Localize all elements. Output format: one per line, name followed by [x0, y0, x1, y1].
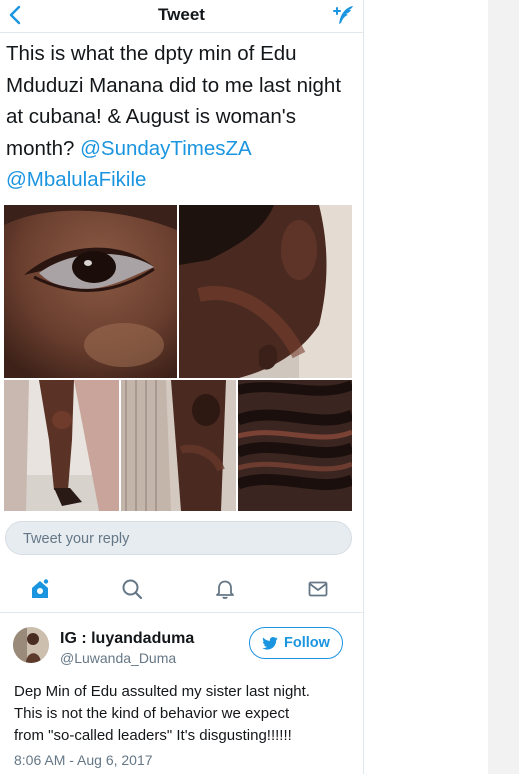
compose-tweet-button[interactable]	[329, 2, 357, 28]
knee-photo[interactable]	[121, 380, 236, 511]
tweet-text-line: @MbalulaFikile	[6, 164, 358, 196]
embedded-author-handle[interactable]: @Luwanda_Duma	[60, 650, 176, 666]
eye-closeup-photo[interactable]	[4, 205, 177, 378]
tweet-text-line: at cubana! & August is woman's	[6, 105, 296, 128]
search-icon	[122, 579, 143, 600]
follow-label: Follow	[284, 635, 330, 651]
tweet-text-line: Mduduzi Manana did to me last night	[6, 73, 342, 97]
braided-hair-photo[interactable]	[238, 380, 352, 511]
bottom-nav	[0, 566, 363, 613]
home-icon	[32, 579, 49, 598]
embedded-tweet-timestamp[interactable]: 8:06 AM - Aug 6, 2017	[14, 752, 153, 768]
messages-icon	[308, 581, 328, 597]
mention-mbalulafikile[interactable]: @MbalulaFikile	[6, 168, 146, 191]
nav-notifications[interactable]	[210, 574, 240, 604]
twitter-bird-icon	[262, 636, 278, 650]
follow-button[interactable]: Follow	[249, 627, 343, 659]
embedded-author-name[interactable]: IG : luyandaduma	[60, 630, 194, 648]
nav-home[interactable]	[25, 574, 55, 604]
compose-tweet-icon	[333, 6, 353, 24]
avatar[interactable]	[13, 627, 49, 663]
embedded-text-line: from "so-called leaders" It's disgusting…	[14, 727, 292, 744]
tweet-text-line: month? @SundayTimesZA	[6, 133, 358, 165]
tweet-screen: Tweet This is what the dpty min of Edu M…	[0, 0, 364, 774]
tweet-media-grid	[4, 205, 352, 511]
header-bar: Tweet	[0, 0, 363, 33]
embedded-text-line: This is not the kind of behavior we expe…	[14, 705, 290, 722]
nav-messages[interactable]	[303, 574, 333, 604]
mention-sundaytimesza[interactable]: @SundayTimesZA	[80, 137, 252, 160]
neck-photo[interactable]	[179, 205, 352, 378]
side-panel	[488, 0, 519, 774]
page-title: Tweet	[158, 5, 205, 24]
legs-photo[interactable]	[4, 380, 119, 511]
reply-input[interactable]: Tweet your reply	[5, 521, 352, 555]
embedded-text-line: Dep Min of Edu assulted my sister last n…	[14, 683, 310, 700]
tweet-text: This is what the dpty min of Edu Mduduzi…	[6, 38, 358, 196]
notifications-icon	[216, 580, 234, 599]
nav-search[interactable]	[117, 574, 147, 604]
tweet-text-segment: month?	[6, 136, 75, 160]
tweet-text-line: This is what the dpty min of Edu	[6, 42, 297, 65]
embedded-tweet-text: Dep Min of Edu assulted my sister last n…	[14, 681, 354, 747]
reply-placeholder: Tweet your reply	[23, 531, 130, 547]
